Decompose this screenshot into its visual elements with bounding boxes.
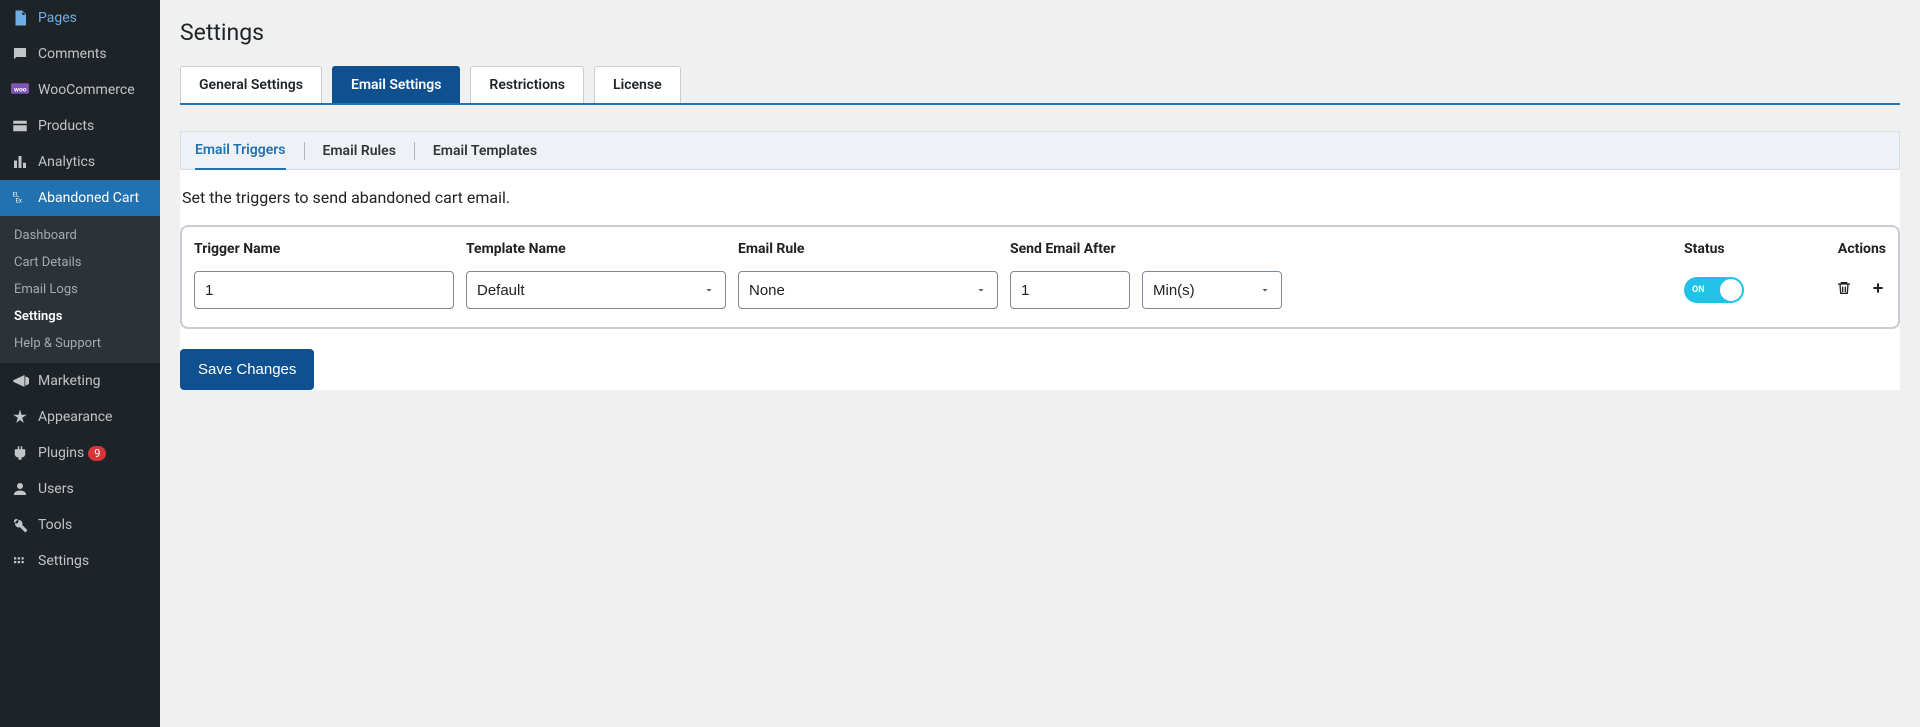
svg-text:woo: woo [14,86,27,94]
svg-text:Ex: Ex [16,198,22,205]
trigger-table-row: Default None Min(s) ON [182,265,1898,327]
sidebar-item-label: Products [38,118,94,134]
appearance-icon [10,407,30,427]
subtab-email-rules[interactable]: Email Rules [323,133,396,169]
products-icon [10,116,30,136]
marketing-icon [10,371,30,391]
tools-icon [10,515,30,535]
th-trigger-name: Trigger Name [194,241,454,257]
tab-restrictions[interactable]: Restrictions [470,66,584,103]
woo-icon: woo [10,80,30,100]
email-subtabs: Email Triggers Email Rules Email Templat… [180,131,1900,170]
th-actions: Actions [1806,241,1886,257]
send-after-unit-select[interactable]: Min(s) [1142,271,1282,309]
sidebar-item-analytics[interactable]: Analytics [0,144,160,180]
subtab-email-templates[interactable]: Email Templates [433,133,537,169]
sidebar-item-label: Settings [38,553,89,569]
tab-general-settings[interactable]: General Settings [180,66,322,103]
th-status: Status [1684,241,1794,257]
divider [304,142,305,160]
status-toggle[interactable]: ON [1684,277,1744,303]
admin-sidebar: Pages Comments woo WooCommerce Products … [0,0,160,727]
sidebar-item-label: Analytics [38,154,95,170]
sidebar-item-woocommerce[interactable]: woo WooCommerce [0,72,160,108]
page-icon [10,8,30,28]
page-title: Settings [180,10,1900,66]
sidebar-item-settings[interactable]: Settings [0,543,160,579]
tab-license[interactable]: License [594,66,681,103]
submenu-item-dashboard[interactable]: Dashboard [0,222,160,249]
toggle-knob [1720,279,1742,301]
sidebar-item-tools[interactable]: Tools [0,507,160,543]
sidebar-item-users[interactable]: Users [0,471,160,507]
add-icon[interactable] [1870,280,1886,300]
comment-icon [10,44,30,64]
send-after-value-input[interactable] [1010,271,1130,309]
sidebar-item-label: Appearance [38,409,112,425]
trigger-table-head: Trigger Name Template Name Email Rule Se… [182,227,1898,265]
section-description: Set the triggers to send abandoned cart … [180,170,1900,225]
save-button[interactable]: Save Changes [180,349,314,390]
submenu-item-cart-details[interactable]: Cart Details [0,249,160,276]
sidebar-item-label: Plugins [38,445,84,461]
template-name-select[interactable]: Default [466,271,726,309]
submenu-item-help-support[interactable]: Help & Support [0,330,160,357]
plugins-badge: 9 [88,446,106,461]
sidebar-item-abandoned-cart[interactable]: ELEx Abandoned Cart [0,180,160,216]
submenu-item-email-logs[interactable]: Email Logs [0,276,160,303]
sidebar-item-label: WooCommerce [38,82,135,98]
sidebar-item-appearance[interactable]: Appearance [0,399,160,435]
settings-tabs: General Settings Email Settings Restrict… [180,66,1900,105]
settings-icon [10,551,30,571]
subtab-email-triggers[interactable]: Email Triggers [195,132,286,170]
sidebar-item-comments[interactable]: Comments [0,36,160,72]
plugins-icon [10,443,30,463]
sidebar-item-label: Users [38,481,74,497]
email-settings-panel: Email Triggers Email Rules Email Templat… [180,131,1900,390]
analytics-icon [10,152,30,172]
main-content: Settings General Settings Email Settings… [160,0,1920,727]
toggle-label: ON [1692,285,1705,295]
email-rule-select[interactable]: None [738,271,998,309]
row-actions [1806,280,1886,300]
tab-email-settings[interactable]: Email Settings [332,66,460,103]
trigger-name-input[interactable] [194,271,454,309]
users-icon [10,479,30,499]
sidebar-submenu: Dashboard Cart Details Email Logs Settin… [0,216,160,363]
trigger-table: Trigger Name Template Name Email Rule Se… [180,225,1900,329]
divider [414,142,415,160]
sidebar-item-label: Marketing [38,373,101,389]
cart-icon: ELEx [10,188,30,208]
th-email-rule: Email Rule [738,241,998,257]
sidebar-item-label: Pages [38,10,77,26]
delete-icon[interactable] [1836,280,1852,300]
sidebar-item-label: Abandoned Cart [38,190,139,206]
th-template-name: Template Name [466,241,726,257]
sidebar-item-pages[interactable]: Pages [0,0,160,36]
submenu-item-settings[interactable]: Settings [0,303,160,330]
th-send-email-after: Send Email After [1010,241,1282,257]
sidebar-item-label: Tools [38,517,72,533]
sidebar-item-label: Comments [38,46,107,62]
sidebar-item-plugins[interactable]: Plugins 9 [0,435,160,471]
sidebar-item-products[interactable]: Products [0,108,160,144]
sidebar-item-marketing[interactable]: Marketing [0,363,160,399]
